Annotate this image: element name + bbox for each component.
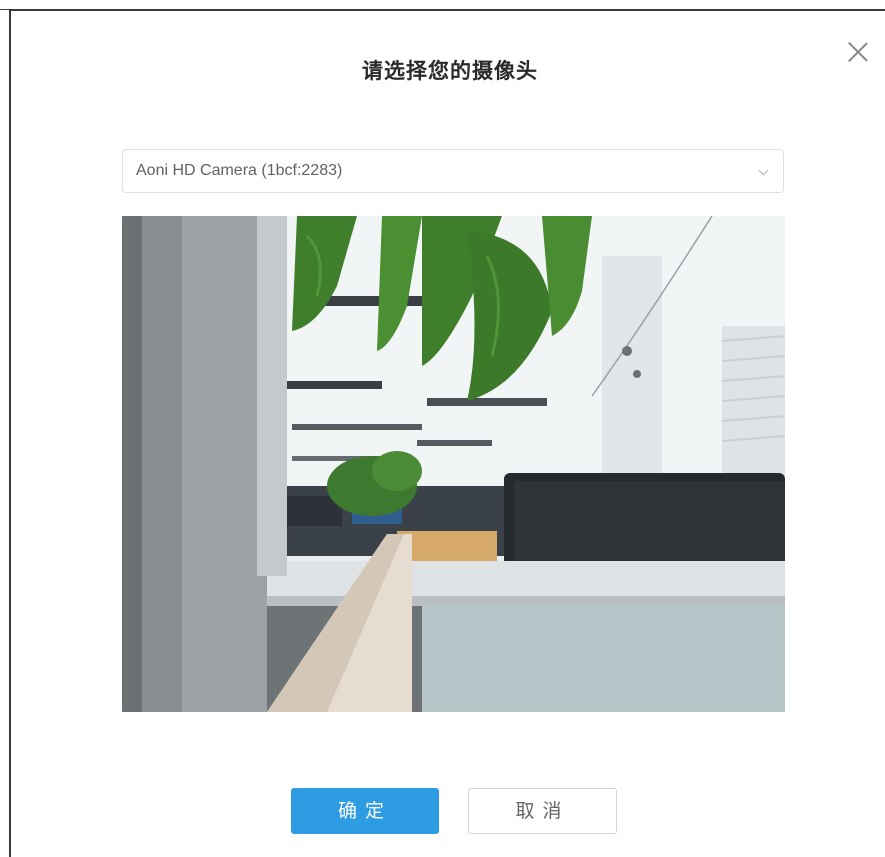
chevron-down-icon — [758, 165, 769, 176]
confirm-button[interactable]: 确定 — [291, 788, 439, 834]
close-icon[interactable] — [847, 41, 869, 63]
camera-preview — [122, 216, 785, 712]
window-left-edge — [0, 10, 11, 857]
screenshot-frame: 请选择您的摄像头 Aoni HD Camera (1bcf:2283) 确定 取… — [0, 0, 885, 857]
camera-select-dropdown[interactable]: Aoni HD Camera (1bcf:2283) — [122, 149, 784, 193]
camera-select-dialog: 请选择您的摄像头 Aoni HD Camera (1bcf:2283) 确定 取… — [11, 13, 885, 857]
window-top-edge — [0, 0, 885, 11]
camera-select-value: Aoni HD Camera (1bcf:2283) — [136, 162, 343, 179]
dialog-title: 请选择您的摄像头 — [362, 59, 538, 83]
camera-preview-image — [122, 216, 785, 712]
cancel-button[interactable]: 取消 — [468, 788, 617, 834]
